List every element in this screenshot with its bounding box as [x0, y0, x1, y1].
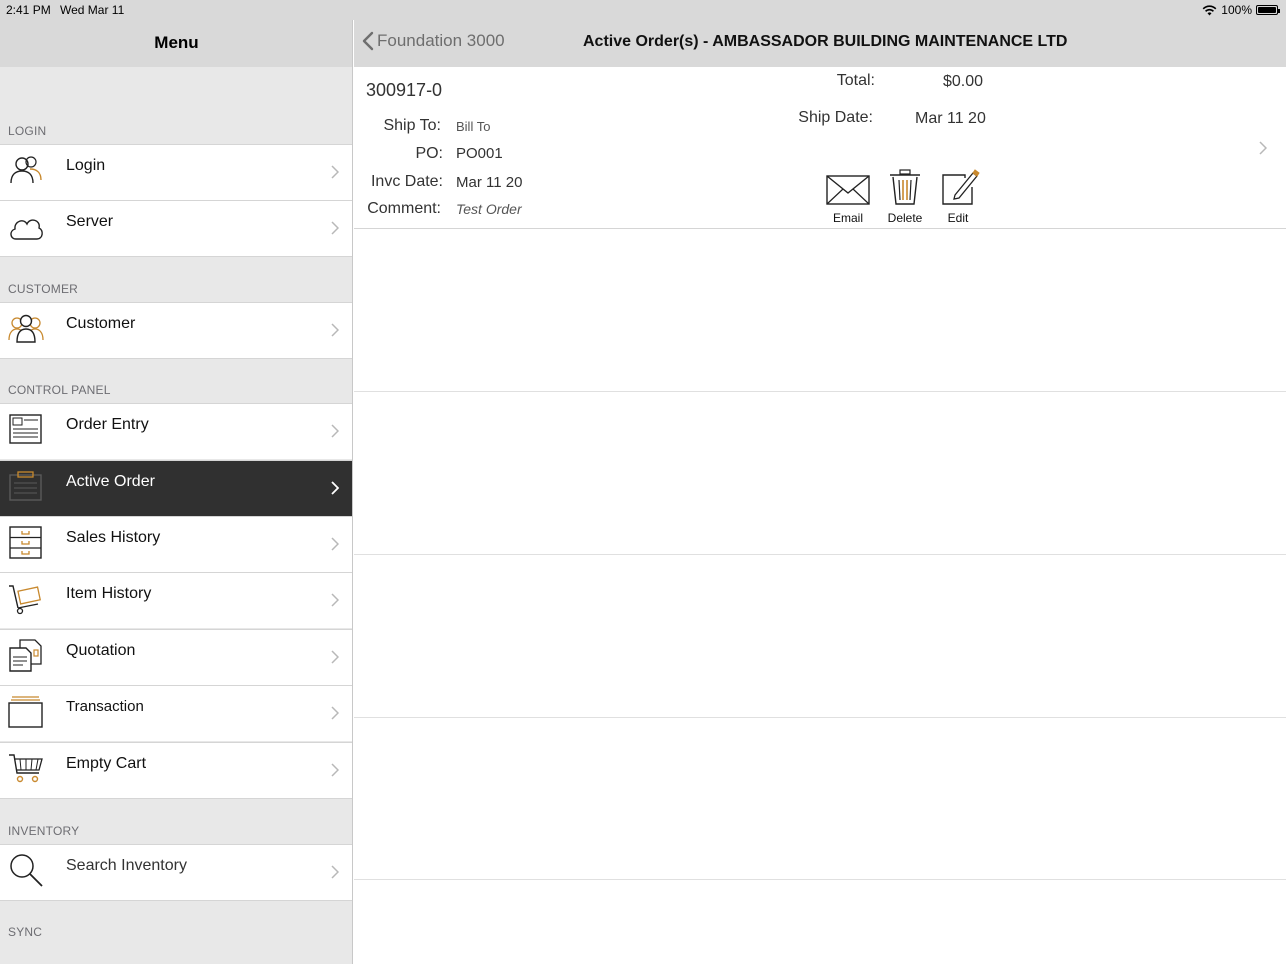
sidebar-item-empty-cart[interactable]: Empty Cart [0, 742, 352, 798]
page-title: Active Order(s) - AMBASSADOR BUILDING MA… [583, 33, 1068, 50]
sidebar-item-quotation-label: Quotation [66, 642, 136, 659]
chevron-right-icon [331, 706, 339, 720]
menu-title: Menu [154, 33, 199, 52]
sidebar-item-empty-cart-label: Empty Cart [66, 755, 147, 772]
sidebar-item-item-history-label: Item History [66, 585, 152, 602]
section-header-customer: CUSTOMER [8, 282, 79, 296]
divider [0, 900, 352, 901]
active-orders-list: 300917-0 Ship To: Bill To PO: PO001 Invc… [354, 67, 1286, 964]
hand-truck-icon [9, 585, 42, 615]
sidebar-item-search-inventory[interactable]: Search Inventory [0, 844, 352, 900]
chevron-right-icon [331, 165, 339, 179]
sidebar-item-active-order-label: Active Order [66, 473, 155, 490]
cloud-icon [10, 219, 43, 240]
delete-button[interactable]: Delete [879, 167, 931, 225]
sidebar-item-active-order[interactable]: Active Order [0, 460, 352, 516]
app-root: 2:41 PM Wed Mar 11 100% Menu Foundation … [0, 0, 1286, 964]
order-card[interactable]: 300917-0 Ship To: Bill To PO: PO001 Invc… [354, 67, 1286, 229]
sidebar-item-sales-history-label: Sales History [66, 529, 161, 546]
section-header-login: LOGIN [8, 124, 47, 138]
status-date: Wed Mar 11 [60, 3, 125, 17]
chevron-right-icon [331, 865, 339, 879]
envelope-icon [826, 175, 870, 205]
po-value: PO001 [456, 145, 503, 162]
back-button[interactable]: Foundation 3000 [362, 31, 505, 51]
edit-button-label: Edit [947, 211, 969, 225]
chevron-right-icon [331, 481, 339, 495]
row-divider [354, 879, 1286, 880]
sidebar-item-customer[interactable]: Customer [0, 302, 352, 358]
chevron-right-icon [331, 537, 339, 551]
clipboard-icon [9, 471, 42, 501]
cart-icon [9, 754, 43, 783]
chevron-left-icon [362, 31, 374, 51]
users-icon [10, 156, 42, 184]
trash-icon [890, 169, 920, 205]
sidebar-item-order-entry[interactable]: Order Entry [0, 403, 352, 459]
battery-percent: 100% [1221, 3, 1252, 17]
total-value: $0.00 [943, 73, 984, 90]
pencil-edit-icon [942, 169, 980, 205]
row-divider [354, 717, 1286, 718]
comment-label: Comment: [367, 200, 441, 217]
email-button[interactable]: Email [822, 167, 874, 225]
ship-date-value: Mar 11 20 [915, 110, 986, 127]
chevron-right-icon [1259, 141, 1267, 155]
sidebar-item-server[interactable]: Server [0, 200, 352, 256]
chevron-right-icon [331, 424, 339, 438]
sidebar-item-quotation[interactable]: Quotation [0, 629, 352, 685]
sidebar-item-login-label: Login [66, 157, 106, 174]
tray-icon [8, 696, 43, 728]
section-header-sync: SYNC [8, 925, 43, 939]
sidebar-item-login[interactable]: Login [0, 144, 352, 200]
status-time: 2:41 PM [6, 3, 51, 17]
divider [0, 358, 352, 359]
section-header-inventory: INVENTORY [8, 824, 80, 838]
delete-button-label: Delete [887, 211, 923, 225]
ship-to-label: Ship To: [383, 117, 441, 134]
sidebar-item-customer-label: Customer [66, 315, 136, 332]
invc-date-value: Mar 11 20 [456, 174, 523, 191]
section-header-control-panel: CONTROL PANEL [8, 383, 111, 397]
sidebar-item-item-history[interactable]: Item History [0, 572, 352, 628]
chevron-right-icon [331, 323, 339, 337]
sidebar-item-server-label: Server [66, 213, 114, 230]
chevron-right-icon [331, 221, 339, 235]
comment-value: Test Order [456, 201, 522, 217]
invc-date-label: Invc Date: [370, 173, 443, 190]
chevron-right-icon [331, 650, 339, 664]
row-divider [354, 554, 1286, 555]
po-label: PO: [415, 145, 443, 162]
sidebar-item-transaction-label: Transaction [66, 698, 144, 715]
wifi-icon [1202, 4, 1217, 15]
chevron-right-icon [331, 593, 339, 607]
group-icon [8, 314, 44, 343]
order-form-icon [9, 414, 42, 444]
sidebar-item-search-inventory-label: Search Inventory [66, 857, 187, 874]
battery-icon [1256, 5, 1280, 15]
row-divider [354, 391, 1286, 392]
divider [0, 798, 352, 799]
sidebar-menu[interactable]: LOGIN Login Server CUSTOMER Customer CON… [0, 67, 353, 964]
search-icon [10, 854, 43, 887]
ship-date-label: Ship Date: [798, 109, 873, 126]
total-label: Total: [836, 72, 875, 89]
email-button-label: Email [832, 211, 863, 225]
back-button-label: Foundation 3000 [377, 31, 505, 50]
order-number: 300917-0 [366, 80, 443, 100]
sidebar-item-order-entry-label: Order Entry [66, 416, 149, 433]
cabinet-icon [9, 526, 42, 559]
status-bar: 2:41 PM Wed Mar 11 100% [0, 0, 1286, 20]
sidebar-item-transaction[interactable]: Transaction [0, 685, 352, 741]
ship-to-value: Bill To [456, 119, 491, 134]
divider [0, 256, 352, 257]
sidebar-item-sales-history[interactable]: Sales History [0, 516, 352, 572]
chevron-right-icon [331, 763, 339, 777]
edit-button[interactable]: Edit [932, 167, 984, 225]
status-right: 100% [1202, 3, 1280, 17]
document-icon [9, 639, 42, 672]
